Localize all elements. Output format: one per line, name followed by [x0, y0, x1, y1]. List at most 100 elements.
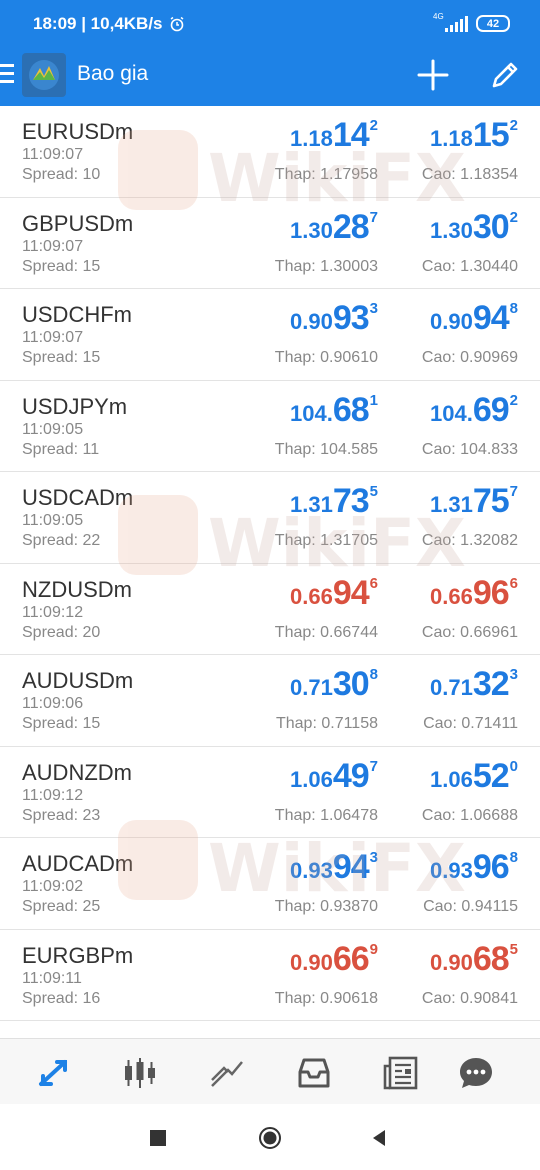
ask-price: 1.18152: [430, 116, 518, 155]
high-value: 0.94115: [461, 898, 518, 915]
price-big-digits: 49: [332, 756, 370, 795]
network-label: 4G: [433, 11, 444, 21]
low-value: 0.71158: [321, 715, 378, 732]
quote-row[interactable]: USDJPYm 11:09:05 Spread: 11 104.681 104.692 T…: [0, 381, 540, 472]
symbol-name: EURGBPm: [22, 942, 134, 968]
low-value: 0.66744: [320, 623, 378, 641]
menu-icon[interactable]: [0, 64, 14, 86]
price-big-digits: 94: [332, 848, 370, 886]
low-value: 1.06478: [320, 806, 378, 824]
symbol-name: AUDNZDm: [22, 759, 132, 785]
spread-text: Spread: 15: [22, 715, 100, 733]
spread-value: 11: [82, 440, 100, 458]
spread-value: 22: [82, 532, 101, 549]
price-pip-digit: 0: [509, 757, 518, 775]
ask-price: 0.71323: [430, 665, 518, 704]
quote-row[interactable]: AUDCADm 11:09:02 Spread: 25 0.93943 0.93968 T…: [0, 838, 540, 930]
alarm-icon: [170, 16, 183, 32]
price-pip-digit: 3: [369, 849, 378, 866]
tab-quotes[interactable]: [34, 1053, 74, 1093]
quote-row[interactable]: NZDUSDm 11:09:12 Spread: 20 0.66946 0.66966 T…: [0, 564, 540, 655]
price-pip-digit: 9: [369, 940, 378, 958]
price-prefix: 1.31: [290, 492, 333, 517]
symbol-name: EURUSDm: [22, 119, 134, 144]
symbol-name: USDCHFm: [22, 302, 132, 327]
app-logo: [22, 53, 66, 97]
tab-news[interactable]: [381, 1053, 421, 1093]
quote-row[interactable]: USDCHFm 11:09:07 Spread: 15 0.90933 0.90948 T…: [0, 289, 540, 381]
price-prefix: 0.93: [430, 858, 473, 883]
low-label: Thap:: [274, 440, 321, 458]
low-value: 1.17958: [320, 166, 378, 183]
price-big-digits: 30: [472, 207, 510, 246]
price-pip-digit: 7: [369, 757, 378, 775]
bid-price: 1.06497: [290, 757, 378, 796]
spread-value: 15: [82, 349, 101, 366]
edit-icon[interactable]: [487, 57, 523, 93]
quote-row[interactable]: USDCADm 11:09:05 Spread: 22 1.31735 1.31757 T…: [0, 472, 540, 564]
low-label: Thap:: [274, 166, 321, 183]
price-pip-digit: 2: [369, 117, 378, 134]
status-time-speed: 18:09 | 10,4KB/s: [33, 14, 163, 33]
tab-chart[interactable]: [120, 1053, 160, 1093]
low-label: Thap:: [274, 623, 321, 641]
home-icon[interactable]: [258, 1126, 282, 1150]
spread-label: Spread:: [22, 806, 83, 824]
low-value: 1.31705: [320, 532, 378, 549]
high-value: 1.06688: [460, 806, 518, 824]
symbol-name: GBPUSDm: [22, 210, 134, 236]
ask-price: 104.692: [430, 391, 518, 430]
low-price-text: Thap: 104.585: [275, 441, 378, 459]
recent-apps-icon[interactable]: [146, 1126, 170, 1150]
price-pip-digit: 6: [369, 574, 378, 592]
price-prefix: 104.: [290, 400, 333, 426]
high-price-text: Cao: 1.18354: [422, 166, 518, 184]
spread-text: Spread: 15: [22, 349, 100, 367]
symbol-name: NZDUSDm: [22, 576, 132, 602]
low-value: 0.93870: [320, 898, 378, 915]
price-pip-digit: 1: [369, 391, 378, 409]
quote-time: 11:09:07: [22, 146, 84, 163]
symbol-name: AUDCADm: [22, 851, 134, 876]
bid-price: 0.93943: [290, 848, 378, 887]
ask-price: 0.93968: [430, 848, 518, 887]
high-price-text: Cao: 104.833: [422, 441, 518, 459]
tab-history[interactable]: [294, 1053, 334, 1093]
spread-value: 15: [82, 715, 101, 732]
spread-label: Spread:: [22, 257, 83, 275]
add-symbol-icon[interactable]: [415, 57, 451, 93]
spread-value: 16: [82, 989, 101, 1007]
quote-row[interactable]: EURUSDm 11:09:07 Spread: 10 1.18142 1.18152 T…: [0, 106, 540, 198]
high-price-text: Cao: 0.94115: [423, 898, 518, 916]
quote-row[interactable]: AUDNZDm 11:09:12 Spread: 23 1.06497 1.06520 T…: [0, 747, 540, 838]
high-price-text: Cao: 1.30440: [422, 258, 518, 276]
price-pip-digit: 3: [369, 300, 378, 317]
low-price-text: Thap: 1.06478: [275, 807, 378, 825]
spread-text: Spread: 22: [22, 532, 100, 550]
spread-text: Spread: 25: [22, 898, 100, 916]
price-prefix: 1.30: [290, 217, 333, 243]
metatrader-logo-icon: [29, 60, 59, 90]
bid-price: 0.90669: [290, 940, 378, 979]
high-label: Cao:: [421, 623, 461, 641]
price-pip-digit: 2: [509, 117, 518, 134]
high-price-text: Cao: 0.66961: [422, 624, 518, 642]
quote-row[interactable]: AUDUSDm 11:09:06 Spread: 15 0.71308 0.71323 T…: [0, 655, 540, 747]
low-price-text: Thap: 0.93870: [275, 898, 378, 916]
price-big-digits: 52: [472, 756, 510, 795]
tab-chat[interactable]: [456, 1053, 496, 1093]
tab-trade[interactable]: [207, 1053, 247, 1093]
high-label: Cao:: [421, 440, 461, 458]
system-nav-bar: [0, 1104, 540, 1170]
price-prefix: 1.31: [430, 492, 473, 517]
price-prefix: 1.06: [430, 766, 473, 792]
spread-label: Spread:: [22, 715, 83, 732]
high-label: Cao:: [421, 349, 461, 366]
spread-value: 23: [82, 806, 101, 824]
quote-row[interactable]: EURGBPm 11:09:11 Spread: 16 0.90669 0.90685 T…: [0, 930, 540, 1021]
price-big-digits: 15: [472, 116, 510, 154]
price-big-digits: 68: [472, 939, 510, 978]
back-icon[interactable]: [368, 1126, 392, 1150]
quote-row[interactable]: GBPUSDm 11:09:07 Spread: 15 1.30287 1.30302 T…: [0, 198, 540, 289]
spread-value: 15: [82, 257, 101, 275]
